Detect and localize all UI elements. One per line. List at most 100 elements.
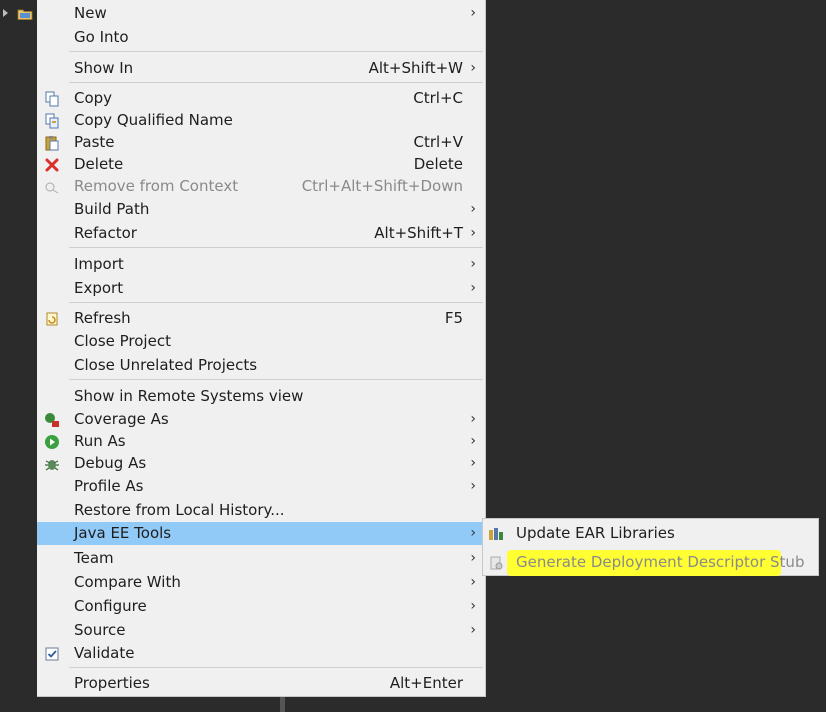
menu-item-label: Restore from Local History... <box>74 501 285 519</box>
menu-item-label: Close Project <box>74 332 171 350</box>
menu-separator <box>69 302 483 303</box>
copy-qualified-name-icon <box>45 113 59 129</box>
menu-item-label: Compare With <box>74 573 181 591</box>
menu-item-label: Delete <box>74 155 124 173</box>
menu-item-shortcut: Delete <box>413 155 463 173</box>
menu-item-label: Show In <box>74 59 134 77</box>
submenu-item-update-ear-libraries[interactable]: Update EAR Libraries <box>483 522 818 545</box>
menu-item-label: Refactor <box>74 224 137 242</box>
menu-item-label: Paste <box>74 133 115 151</box>
menu-item-export[interactable]: Export › <box>37 277 485 300</box>
menu-item-label: Refresh <box>74 309 131 327</box>
menu-item-shortcut: Alt+Shift+T <box>374 224 463 242</box>
project-explorer-strip <box>0 0 37 712</box>
menu-item-shortcut: Alt+Shift+W <box>368 59 463 77</box>
menu-item-profile-as[interactable]: Profile As › <box>37 475 485 498</box>
expand-arrow-icon[interactable] <box>3 9 8 17</box>
menu-item-label: Validate <box>74 644 135 662</box>
menu-item-shortcut: Ctrl+Alt+Shift+Down <box>301 177 463 195</box>
coverage-icon <box>45 413 59 427</box>
menu-item-label: Copy Qualified Name <box>74 111 233 129</box>
refresh-icon <box>46 312 58 326</box>
menu-item-coverage-as[interactable]: Coverage As › <box>37 408 485 431</box>
submenu-arrow-icon: › <box>470 433 476 449</box>
menu-item-build-path[interactable]: Build Path › <box>37 198 485 221</box>
menu-item-show-in[interactable]: Show In Alt+Shift+W › <box>37 57 485 80</box>
menu-item-team[interactable]: Team › <box>37 547 485 570</box>
menu-item-java-ee-tools[interactable]: Java EE Tools › <box>37 522 485 545</box>
java-ee-tools-submenu: Update EAR Libraries Generate Deployment… <box>482 518 819 576</box>
menu-item-label: New <box>74 4 107 22</box>
submenu-arrow-icon: › <box>470 550 476 566</box>
submenu-arrow-icon: › <box>470 455 476 471</box>
menu-item-restore-local-history[interactable]: Restore from Local History... <box>37 499 485 522</box>
menu-item-shortcut: Ctrl+V <box>413 133 463 151</box>
menu-item-label: Run As <box>74 432 126 450</box>
menu-item-label: Debug As <box>74 454 147 472</box>
run-icon <box>45 435 59 449</box>
menu-separator <box>69 82 483 83</box>
menu-item-validate[interactable]: Validate <box>37 642 485 665</box>
menu-item-label: Coverage As <box>74 410 169 428</box>
menu-item-debug-as[interactable]: Debug As › <box>37 452 485 475</box>
menu-item-label: Update EAR Libraries <box>516 524 675 542</box>
menu-item-copy[interactable]: Copy Ctrl+C <box>37 87 485 110</box>
menu-separator <box>69 51 483 52</box>
submenu-arrow-icon: › <box>470 478 476 494</box>
submenu-arrow-icon: › <box>470 201 476 217</box>
menu-item-show-in-remote-systems[interactable]: Show in Remote Systems view <box>37 385 485 408</box>
submenu-arrow-icon: › <box>470 411 476 427</box>
delete-icon <box>45 158 59 172</box>
menu-item-configure[interactable]: Configure › <box>37 595 485 618</box>
menu-item-label: Generate Deployment Descriptor Stub <box>516 553 805 571</box>
remove-context-icon <box>45 182 59 194</box>
submenu-arrow-icon: › <box>470 5 476 21</box>
submenu-arrow-icon: › <box>470 60 476 76</box>
menu-item-source[interactable]: Source › <box>37 619 485 642</box>
copy-icon <box>45 91 59 107</box>
menu-item-shortcut: Ctrl+C <box>413 89 463 107</box>
menu-item-go-into[interactable]: Go Into <box>37 26 485 49</box>
menu-separator <box>69 379 483 380</box>
menu-item-label: Team <box>74 549 114 567</box>
submenu-arrow-icon: › <box>470 256 476 272</box>
submenu-arrow-icon: › <box>470 598 476 614</box>
menu-item-label: Profile As <box>74 477 144 495</box>
submenu-item-generate-deployment-descriptor-stub: Generate Deployment Descriptor Stub <box>483 551 818 574</box>
menu-item-refactor[interactable]: Refactor Alt+Shift+T › <box>37 222 485 245</box>
menu-item-properties[interactable]: Properties Alt+Enter <box>37 672 485 695</box>
menu-item-label: Close Unrelated Projects <box>74 356 258 374</box>
menu-item-paste[interactable]: Paste Ctrl+V <box>37 131 485 154</box>
menu-item-label: Copy <box>74 89 113 107</box>
menu-item-label: Properties <box>74 674 150 692</box>
folder-icon[interactable] <box>17 8 33 20</box>
submenu-arrow-icon: › <box>470 622 476 638</box>
menu-item-close-project[interactable]: Close Project <box>37 330 485 353</box>
menu-item-label: Java EE Tools <box>74 524 172 542</box>
menu-item-label: Export <box>74 279 124 297</box>
scrollbar-fragment <box>280 697 285 712</box>
context-menu: New › Go Into Show In Alt+Shift+W › Copy… <box>37 0 486 697</box>
menu-item-copy-qualified-name[interactable]: Copy Qualified Name <box>37 109 485 132</box>
menu-item-label: Show in Remote Systems view <box>74 387 304 405</box>
menu-item-label: Configure <box>74 597 147 615</box>
ear-libraries-icon <box>489 528 503 540</box>
menu-item-close-unrelated-projects[interactable]: Close Unrelated Projects <box>37 354 485 377</box>
menu-item-label: Import <box>74 255 124 273</box>
menu-separator <box>69 247 483 248</box>
menu-item-new[interactable]: New › <box>37 2 485 25</box>
submenu-arrow-icon: › <box>470 525 476 541</box>
menu-item-import[interactable]: Import › <box>37 253 485 276</box>
deployment-descriptor-icon <box>490 556 503 570</box>
menu-item-delete[interactable]: Delete Delete <box>37 153 485 176</box>
submenu-arrow-icon: › <box>470 280 476 296</box>
menu-item-compare-with[interactable]: Compare With › <box>37 571 485 594</box>
menu-item-shortcut: F5 <box>444 309 463 327</box>
menu-item-label: Remove from Context <box>74 177 239 195</box>
menu-item-label: Build Path <box>74 200 150 218</box>
menu-item-shortcut: Alt+Enter <box>389 674 463 692</box>
menu-item-refresh[interactable]: Refresh F5 <box>37 307 485 330</box>
menu-item-run-as[interactable]: Run As › <box>37 430 485 453</box>
menu-separator <box>69 667 483 668</box>
submenu-arrow-icon: › <box>470 225 476 241</box>
